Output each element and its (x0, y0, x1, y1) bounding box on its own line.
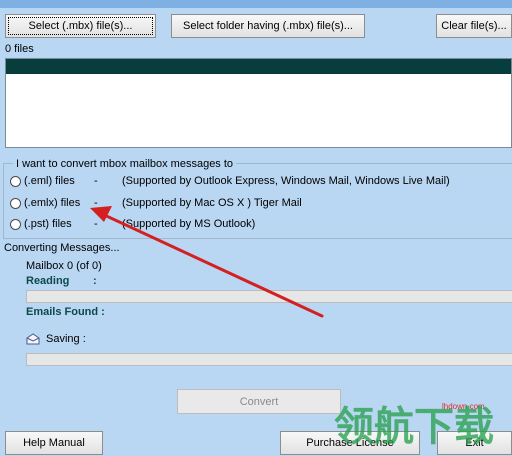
annotation-arrow (90, 206, 324, 318)
watermark-logo: 领航下载 (334, 405, 494, 449)
